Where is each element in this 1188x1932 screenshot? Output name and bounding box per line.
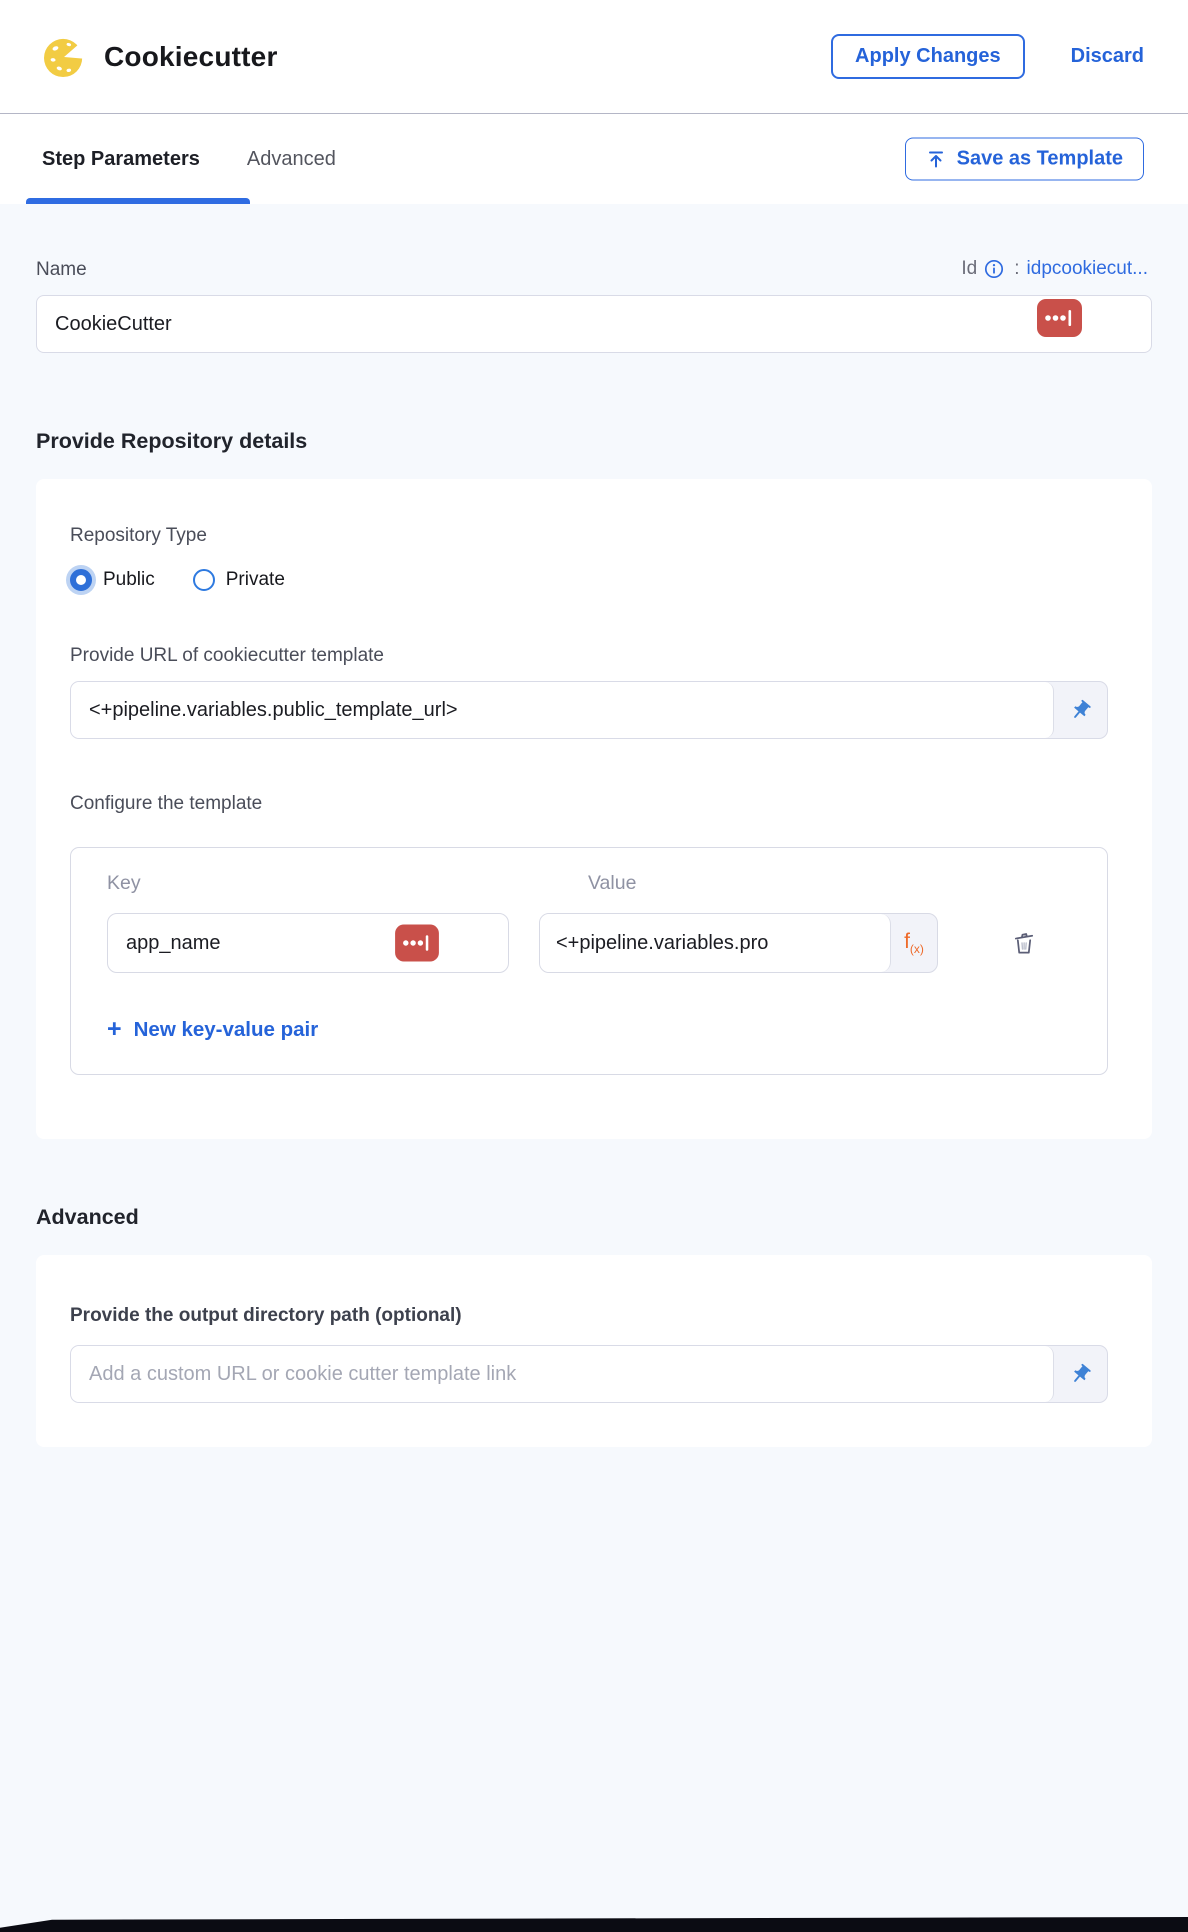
- repository-details-heading: Provide Repository details: [36, 427, 1152, 455]
- repository-type-radio-group: Public Private: [70, 569, 1108, 591]
- tab-advanced-label: Advanced: [247, 148, 336, 171]
- tab-bar: Step Parameters Advanced Save as Templat…: [0, 114, 1188, 204]
- info-icon[interactable]: [984, 259, 1004, 279]
- cookiecutter-logo-icon: [44, 34, 86, 80]
- tab-advanced[interactable]: Advanced: [247, 114, 336, 204]
- bottom-edge-bar: [0, 1917, 1188, 1932]
- key-value-card: Key Value f(x): [70, 847, 1108, 1075]
- discard-button[interactable]: Discard: [1071, 45, 1144, 68]
- radio-private-label: Private: [226, 569, 285, 591]
- value-input[interactable]: [540, 914, 891, 972]
- template-url-input-group: [70, 681, 1108, 739]
- id-label: Id: [961, 258, 977, 280]
- tab-step-parameters-label: Step Parameters: [42, 148, 200, 171]
- id-value-link[interactable]: idpcookiecut...: [1027, 258, 1148, 280]
- output-directory-input[interactable]: [71, 1346, 1054, 1402]
- add-key-value-pair-label: New key-value pair: [134, 1018, 319, 1042]
- page-title: Cookiecutter: [104, 41, 278, 73]
- name-input[interactable]: [36, 295, 1152, 353]
- pushpin-icon: [1069, 699, 1092, 722]
- output-directory-input-group: [70, 1345, 1108, 1403]
- apply-changes-button[interactable]: Apply Changes: [831, 34, 1025, 79]
- key-column-header: Key: [107, 872, 509, 895]
- output-directory-label: Provide the output directory path (optio…: [70, 1305, 1108, 1327]
- radio-selected-icon[interactable]: [70, 569, 92, 591]
- pin-button[interactable]: [1054, 1346, 1107, 1402]
- plus-icon: +: [107, 1017, 122, 1042]
- id-row: Id : idpcookiecut...: [961, 258, 1148, 280]
- advanced-heading: Advanced: [36, 1203, 1152, 1231]
- repository-details-card: Repository Type Public Private Provide U…: [36, 479, 1152, 1139]
- id-separator: :: [1014, 258, 1019, 280]
- radio-unselected-icon[interactable]: [193, 569, 215, 591]
- radio-public-label: Public: [103, 569, 155, 591]
- fixed-value-type-icon[interactable]: [395, 925, 439, 962]
- upload-icon: [926, 149, 946, 169]
- fixed-value-type-icon[interactable]: [1037, 299, 1082, 337]
- advanced-card: Provide the output directory path (optio…: [36, 1255, 1152, 1447]
- radio-public[interactable]: Public: [70, 569, 155, 591]
- add-key-value-pair-button[interactable]: + New key-value pair: [107, 1017, 1077, 1042]
- value-column-header: Value: [539, 872, 938, 895]
- tab-step-parameters[interactable]: Step Parameters: [42, 114, 200, 204]
- key-value-row: f(x): [107, 913, 1077, 973]
- expression-type-button[interactable]: f(x): [891, 914, 937, 972]
- key-input[interactable]: [107, 913, 509, 973]
- template-url-label: Provide URL of cookiecutter template: [70, 645, 1108, 667]
- value-input-group: f(x): [539, 913, 938, 973]
- save-as-template-label: Save as Template: [957, 148, 1123, 171]
- pushpin-icon: [1069, 1363, 1092, 1386]
- configure-template-label: Configure the template: [70, 793, 1108, 815]
- radio-private[interactable]: Private: [193, 569, 285, 591]
- fx-icon: f(x): [904, 931, 924, 955]
- template-url-input[interactable]: [71, 682, 1054, 738]
- delete-row-button[interactable]: [1010, 929, 1038, 957]
- trash-icon: [1010, 929, 1038, 957]
- repository-type-label: Repository Type: [70, 525, 1108, 547]
- pin-button[interactable]: [1054, 682, 1107, 738]
- step-header: Cookiecutter Apply Changes Discard: [0, 0, 1188, 114]
- step-parameters-panel: Name Id : idpcookiecut... Provide Reposi…: [0, 204, 1188, 1447]
- save-as-template-button[interactable]: Save as Template: [905, 138, 1144, 181]
